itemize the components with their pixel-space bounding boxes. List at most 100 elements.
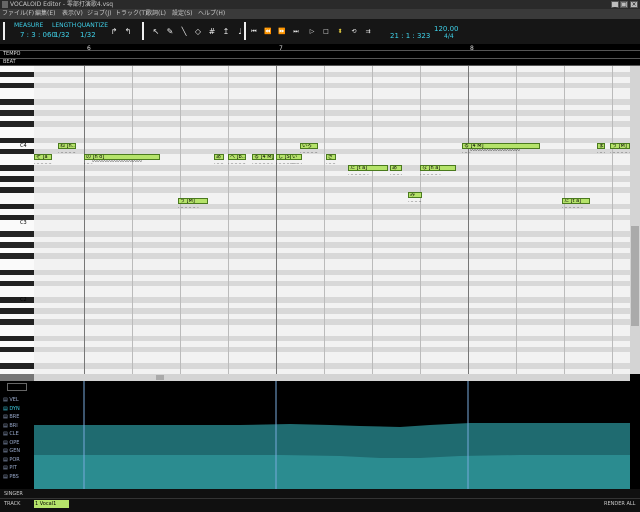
scroll-icon[interactable]: ⇉	[364, 28, 372, 36]
beat-line	[372, 66, 373, 374]
note-envelope: ‿‿‿‿‿	[597, 148, 605, 153]
param-button-ope[interactable]: ▤ OPE	[3, 440, 19, 446]
length-dropdown[interactable]: 1/32	[54, 31, 70, 39]
scroll-corner	[0, 374, 34, 381]
note-envelope: ‿‿‿‿‿	[420, 170, 441, 175]
menu-lyrics[interactable]: 歌詞(L)	[146, 9, 166, 19]
bar-line	[276, 66, 277, 374]
window-title: VOCALOID Editor - 零部打演歌4.vsq	[10, 1, 114, 8]
toolbar-grip-icon	[3, 22, 5, 40]
maximize-button[interactable]: □	[620, 1, 628, 8]
track-tab[interactable]: 1 Vocal1	[34, 500, 69, 508]
menu-help[interactable]: ヘルプ(H)	[198, 9, 225, 19]
beat-line	[180, 66, 181, 374]
param-button-por[interactable]: ▤ POR	[3, 457, 20, 463]
beat-line	[612, 66, 613, 374]
minimize-button[interactable]: _	[611, 1, 619, 8]
vertical-scrollbar[interactable]	[630, 66, 640, 374]
close-button[interactable]: ×	[630, 1, 638, 8]
horizontal-scrollbar[interactable]	[34, 374, 630, 381]
forward-icon[interactable]: ⏩	[278, 28, 286, 36]
toolbar-grip-icon	[142, 22, 144, 40]
singer-label: SINGER	[4, 491, 23, 497]
note-icon[interactable]: ♩	[236, 28, 244, 36]
time-display: 21 : 1 : 323	[390, 32, 431, 40]
grid-icon[interactable]: #	[208, 28, 216, 36]
menu-track[interactable]: トラック(T)	[115, 9, 147, 19]
note-envelope: ‿‿〰〰〰〰〰〰〰〰〰〰	[462, 148, 521, 153]
rewind-icon[interactable]: ⏪	[264, 28, 272, 36]
triplet-icon[interactable]: ↰	[124, 28, 132, 36]
track-label: TRACK	[4, 501, 21, 507]
bar-number: 6	[87, 45, 91, 52]
bar-line	[468, 66, 469, 374]
quantize-dropdown[interactable]: 1/32	[80, 31, 96, 39]
menu-file[interactable]: ファイル(F)	[2, 9, 34, 19]
horizontal-scroll-thumb[interactable]	[156, 375, 164, 380]
octave-label: C3	[20, 220, 27, 226]
param-button-dyn[interactable]: ▤ DYN	[3, 406, 20, 412]
param-button-bri[interactable]: ▤ BRI	[3, 423, 18, 429]
eraser-tool-icon[interactable]: ◇	[194, 28, 202, 36]
note-envelope: ‿‿‿‿‿	[610, 148, 630, 153]
dynamics-curve[interactable]	[0, 381, 640, 489]
note-envelope: ‿‿‿‿‿	[408, 198, 422, 202]
tempo-ruler-label: TEMPO	[3, 51, 21, 57]
octave-label: C2	[20, 297, 27, 303]
param-button-gen[interactable]: ▤ GEN	[3, 448, 20, 454]
stop-icon[interactable]: □	[322, 28, 330, 36]
note-envelope: ‿‿‿‿‿	[214, 159, 224, 164]
note-envelope: ‿‿‿‿‿	[252, 159, 273, 164]
grid-snap-icon[interactable]: ↱	[110, 28, 118, 36]
beat-ruler-label: BEAT	[3, 59, 16, 65]
render-all-button[interactable]: RENDER ALL	[604, 501, 635, 507]
beat-line	[132, 66, 133, 374]
param-button-cle[interactable]: ▤ CLE	[3, 431, 19, 437]
note-envelope: ‿‿〰〰〰〰〰〰〰〰〰〰	[84, 159, 143, 164]
vertical-scroll-thumb[interactable]	[631, 226, 639, 326]
toolbar-grip-icon	[244, 22, 246, 40]
bar-number: 8	[470, 45, 474, 52]
control-track[interactable]: ▤ VEL ▤ DYN ▤ BRE ▤ BRI ▤ CLE ▤ OPE ▤ GEN ▤ POR…	[0, 381, 640, 489]
timesig-display: 4/4	[444, 33, 454, 40]
menu-edit[interactable]: 編集(E)	[35, 9, 55, 19]
note-envelope: ‿‿‿‿‿	[562, 203, 583, 208]
piano-roll[interactable]: C4C3C2ね [n..‿‿‿‿‿ぞ [a‿‿‿‿‿の [n o]‿‿〰〰〰〰〰…	[0, 66, 630, 374]
ruler-area: TEMPO BEAT	[0, 44, 640, 66]
menu-job[interactable]: ジョブ(J)	[87, 9, 111, 19]
menu-view[interactable]: 表示(V)	[62, 9, 83, 19]
beat-line	[228, 66, 229, 374]
note-envelope: ‿‿‿‿‿	[300, 148, 318, 153]
note-envelope: ‿‿‿‿‿	[228, 159, 246, 164]
menu-settings[interactable]: 設定(S)	[172, 9, 193, 19]
param-button-pbs[interactable]: ▤ PBS	[3, 474, 19, 480]
bar-number: 7	[279, 45, 283, 52]
param-button-vel[interactable]: ▤ VEL	[3, 397, 19, 403]
note-envelope: ‿‿‿‿‿	[290, 159, 302, 164]
beat-line	[516, 66, 517, 374]
param-button-pit[interactable]: ▤ PIT	[3, 465, 17, 471]
rewind-start-icon[interactable]: ⏮	[250, 28, 258, 36]
note-envelope: ‿‿‿‿‿	[348, 170, 369, 175]
play-icon[interactable]: ▷	[308, 28, 316, 36]
footer-panel: SINGER TRACK 1 Vocal1 RENDER ALL	[0, 489, 640, 512]
length-label: LENGTH	[52, 22, 77, 29]
note-envelope: ‿‿‿‿‿	[390, 170, 402, 175]
line-tool-icon[interactable]: ╲	[180, 28, 188, 36]
loop-icon[interactable]: ⟲	[350, 28, 358, 36]
param-button-bre[interactable]: ▤ BRE	[3, 414, 19, 420]
forward-end-icon[interactable]: ⏭	[292, 28, 300, 36]
beat-line	[324, 66, 325, 374]
arrow-tool-icon[interactable]: ↖	[152, 28, 160, 36]
beat-line	[564, 66, 565, 374]
record-icon[interactable]: ⬍	[336, 28, 344, 36]
note-envelope: ‿‿‿‿‿	[34, 159, 52, 164]
note-envelope: ‿‿‿‿‿	[326, 159, 336, 164]
menu-bar: ファイル(F) 編集(E) 表示(V) ジョブ(J) トラック(T) 歌詞(L)…	[0, 9, 640, 19]
curve-icon[interactable]: ↥	[222, 28, 230, 36]
measure-display: 7 : 3 : 060	[20, 31, 56, 39]
tempo-display: 120.00	[434, 25, 459, 33]
bar-line	[84, 66, 85, 374]
pencil-tool-icon[interactable]: ✎	[166, 28, 174, 36]
note-envelope: ‿‿‿‿‿	[178, 203, 199, 208]
